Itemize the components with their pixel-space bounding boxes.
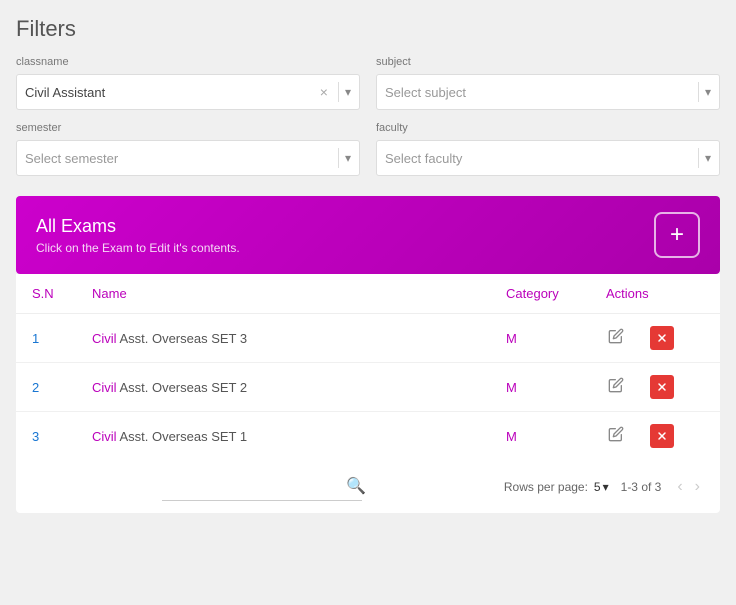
cell-actions [590,412,720,461]
classname-chevron-icon[interactable]: ▾ [345,85,351,99]
search-icon: 🔍 [346,478,366,495]
subject-select[interactable]: Select subject ▾ [376,74,720,110]
banner-subtitle: Click on the Exam to Edit it's contents. [36,241,240,255]
rows-per-page-chevron-icon: ▾ [603,480,609,494]
cell-sn: 2 [16,363,76,412]
cell-category: M [490,314,590,363]
classname-divider [338,82,339,102]
banner-text: All Exams Click on the Exam to Edit it's… [36,216,240,255]
pagination-nav: ‹ › [673,476,704,498]
name-highlight: Civil [92,331,117,346]
classname-label: classname [16,56,360,68]
cell-category: M [490,412,590,461]
classname-select[interactable]: Civil Assistant × ▾ [16,74,360,110]
semester-divider [338,148,339,168]
table-row: 1 Civil Asst. Overseas SET 3 M [16,314,720,363]
rows-per-page: Rows per page: 5 ▾ [504,480,609,494]
col-header-actions: Actions [590,274,720,314]
edit-button[interactable] [606,424,626,448]
semester-select[interactable]: Select semester ▾ [16,140,360,176]
table-footer: 🔍 Rows per page: 5 ▾ 1-3 of 3 ‹ › [16,460,720,505]
banner-title: All Exams [36,216,240,237]
delete-button[interactable] [650,375,674,399]
semester-label: semester [16,122,360,134]
classname-clear-icon[interactable]: × [320,84,328,100]
name-highlight: Civil [92,429,117,444]
prev-page-button[interactable]: ‹ [673,476,686,498]
cell-actions [590,363,720,412]
add-icon: + [670,221,684,249]
category-value: M [506,331,517,346]
col-header-sn: S.N [16,274,76,314]
faculty-group: faculty Select faculty ▾ [376,122,720,176]
cell-name: Civil Asst. Overseas SET 1 [76,412,490,461]
subject-divider [698,82,699,102]
category-value: M [506,429,517,444]
cell-sn: 3 [16,412,76,461]
cell-category: M [490,363,590,412]
page-container: Filters classname Civil Assistant × ▾ su… [0,0,736,605]
cell-actions [590,314,720,363]
subject-group: subject Select subject ▾ [376,56,720,110]
add-exam-button[interactable]: + [654,212,700,258]
search-area: 🔍 [32,472,492,501]
name-highlight: Civil [92,380,117,395]
faculty-select[interactable]: Select faculty ▾ [376,140,720,176]
faculty-divider [698,148,699,168]
sn-link[interactable]: 1 [32,331,39,346]
semester-placeholder: Select semester [25,151,332,166]
sn-link[interactable]: 3 [32,429,39,444]
sn-link[interactable]: 2 [32,380,39,395]
all-exams-banner: All Exams Click on the Exam to Edit it's… [16,196,720,274]
classname-value: Civil Assistant [25,85,320,100]
search-input[interactable] [170,479,346,494]
cell-name: Civil Asst. Overseas SET 3 [76,314,490,363]
action-buttons [606,424,704,448]
action-buttons [606,326,704,350]
delete-button[interactable] [650,326,674,350]
filter-row-1: classname Civil Assistant × ▾ subject Se… [16,56,720,110]
search-bar: 🔍 [162,472,362,501]
faculty-label: faculty [376,122,720,134]
filter-row-2: semester Select semester ▾ faculty Selec… [16,122,720,176]
edit-button[interactable] [606,326,626,350]
action-buttons [606,375,704,399]
rows-per-page-label: Rows per page: [504,480,588,494]
table-row: 3 Civil Asst. Overseas SET 1 M [16,412,720,461]
subject-label: subject [376,56,720,68]
col-header-category: Category [490,274,590,314]
semester-chevron-icon[interactable]: ▾ [345,151,351,165]
filters-section: classname Civil Assistant × ▾ subject Se… [16,56,720,176]
search-icon-button[interactable]: 🔍 [346,476,366,496]
rows-per-page-value: 5 [594,480,601,494]
col-header-name: Name [76,274,490,314]
rows-per-page-select[interactable]: 5 ▾ [594,480,609,494]
next-icon: › [695,478,700,495]
filters-title: Filters [16,16,720,42]
subject-placeholder: Select subject [385,85,692,100]
next-page-button[interactable]: › [691,476,704,498]
edit-button[interactable] [606,375,626,399]
table-container: S.N Name Category Actions 1 Civil Asst. O… [16,274,720,513]
cell-sn: 1 [16,314,76,363]
table-row: 2 Civil Asst. Overseas SET 2 M [16,363,720,412]
semester-group: semester Select semester ▾ [16,122,360,176]
exams-table: S.N Name Category Actions 1 Civil Asst. O… [16,274,720,460]
faculty-chevron-icon[interactable]: ▾ [705,151,711,165]
prev-icon: ‹ [677,478,682,495]
subject-chevron-icon[interactable]: ▾ [705,85,711,99]
faculty-placeholder: Select faculty [385,151,692,166]
pagination-info: 1-3 of 3 [621,480,662,494]
delete-button[interactable] [650,424,674,448]
cell-name: Civil Asst. Overseas SET 2 [76,363,490,412]
table-header-row: S.N Name Category Actions [16,274,720,314]
classname-group: classname Civil Assistant × ▾ [16,56,360,110]
category-value: M [506,380,517,395]
